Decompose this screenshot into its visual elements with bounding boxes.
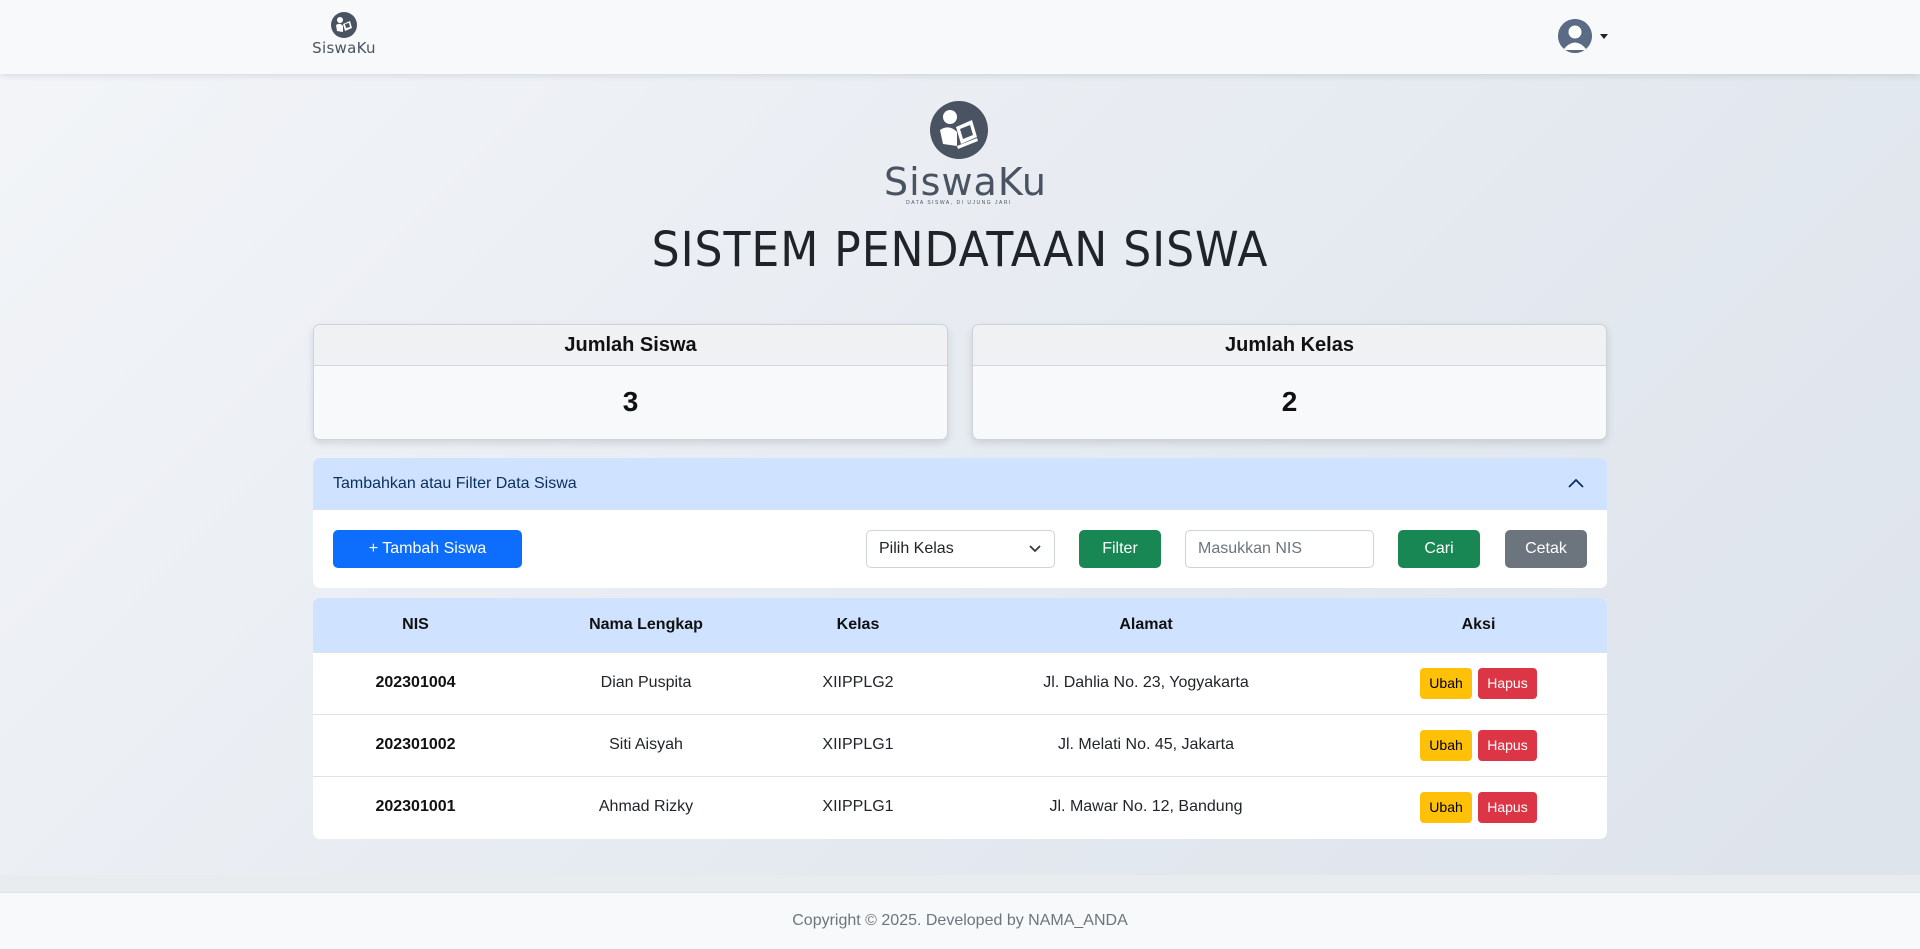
cell-alamat: Jl. Melati No. 45, Jakarta [1057,736,1235,753]
cell-aksi: Ubah Hapus [1350,714,1607,776]
page-footer: Copyright © 2025. Developed by NAMA_ANDA [0,892,1920,949]
table-row: 202301004 Dian Puspita XIIPPLG2 Jl. Dahl… [313,652,1607,714]
cell-kelas: XIIPPLG2 [822,674,894,691]
cell-nama: Siti Aisyah [609,736,683,753]
table-header-row: NIS Nama Lengkap Kelas Alamat Aksi [313,598,1607,652]
search-button[interactable]: Cari [1398,530,1480,568]
delete-button[interactable]: Hapus [1478,729,1537,761]
nis-search-input[interactable] [1185,530,1374,568]
stat-card-label: Jumlah Siswa [314,325,947,366]
edit-button[interactable]: Ubah [1420,791,1472,823]
stat-card-students: Jumlah Siswa 3 [313,324,948,440]
cell-aksi: Ubah Hapus [1350,652,1607,714]
stat-card-value: 3 [622,386,639,417]
column-header-kelas: Kelas [836,615,880,633]
cell-nis: 202301004 [375,674,456,691]
table-row: 202301001 Ahmad Rizky XIIPPLG1 Jl. Mawar… [313,776,1607,838]
filter-accordion: Tambahkan atau Filter Data Siswa + Tamba… [313,458,1607,588]
edit-button[interactable]: Ubah [1420,667,1472,699]
page-title: SISTEM PENDATAAN SISWA [651,222,1269,278]
user-menu-toggle[interactable] [1558,19,1610,53]
stat-card-value: 2 [1281,386,1298,417]
cell-kelas: XIIPPLG1 [822,798,894,816]
brand-logo-icon [331,12,357,38]
brand-logo[interactable]: SiswaKu [311,12,377,60]
column-header-nama: Nama Lengkap [589,615,703,633]
cell-nis: 202301001 [375,798,456,816]
cell-alamat: Jl. Dahlia No. 23, Yogyakarta [1043,674,1249,691]
column-header-nis: NIS [402,615,429,633]
stat-card-classes: Jumlah Kelas 2 [972,324,1607,440]
column-header-aksi: Aksi [1461,615,1496,633]
class-select-value: Pilih Kelas [879,540,954,557]
hero-logo-name: SiswaKu [884,160,1047,204]
add-student-button[interactable]: + Tambah Siswa [333,530,522,568]
user-avatar-icon [1558,19,1592,53]
filter-button[interactable]: Filter [1079,530,1161,568]
stat-card-label: Jumlah Kelas [973,325,1606,366]
cell-kelas: XIIPPLG1 [822,736,894,753]
cell-alamat: Jl. Mawar No. 12, Bandung [1049,798,1243,816]
edit-button[interactable]: Ubah [1420,729,1472,761]
brand-name: SiswaKu [312,39,376,57]
chevron-down-icon [1029,545,1041,553]
hero-logo-icon [930,101,988,159]
column-header-alamat: Alamat [1119,615,1173,633]
cell-nama: Dian Puspita [600,674,692,691]
footer-divider [0,875,1920,893]
top-navbar: SiswaKu [0,0,1920,74]
delete-button[interactable]: Hapus [1478,791,1537,823]
hero-logo: SiswaKu DATA SISWA, DI UJUNG JARI [884,100,1047,210]
class-select[interactable]: Pilih Kelas [866,530,1055,568]
students-table: NIS Nama Lengkap Kelas Alamat Aksi 20230… [313,598,1607,839]
filter-accordion-header[interactable]: Tambahkan atau Filter Data Siswa [313,458,1607,510]
hero-tagline: DATA SISWA, DI UJUNG JARI [906,200,1012,206]
cell-nis: 202301002 [375,736,456,753]
footer-copyright: Copyright © 2025. Developed by NAMA_ANDA [792,912,1128,929]
caret-down-icon [1600,34,1608,39]
delete-button[interactable]: Hapus [1478,667,1537,699]
chevron-up-icon[interactable] [1567,476,1585,490]
cell-aksi: Ubah Hapus [1350,776,1607,838]
filter-accordion-title: Tambahkan atau Filter Data Siswa [333,475,577,492]
table-row: 202301002 Siti Aisyah XIIPPLG1 Jl. Melat… [313,714,1607,776]
filter-accordion-body: + Tambah Siswa Pilih Kelas Filter Cari C… [313,510,1607,588]
cell-nama: Ahmad Rizky [598,798,694,816]
print-button[interactable]: Cetak [1505,530,1587,568]
